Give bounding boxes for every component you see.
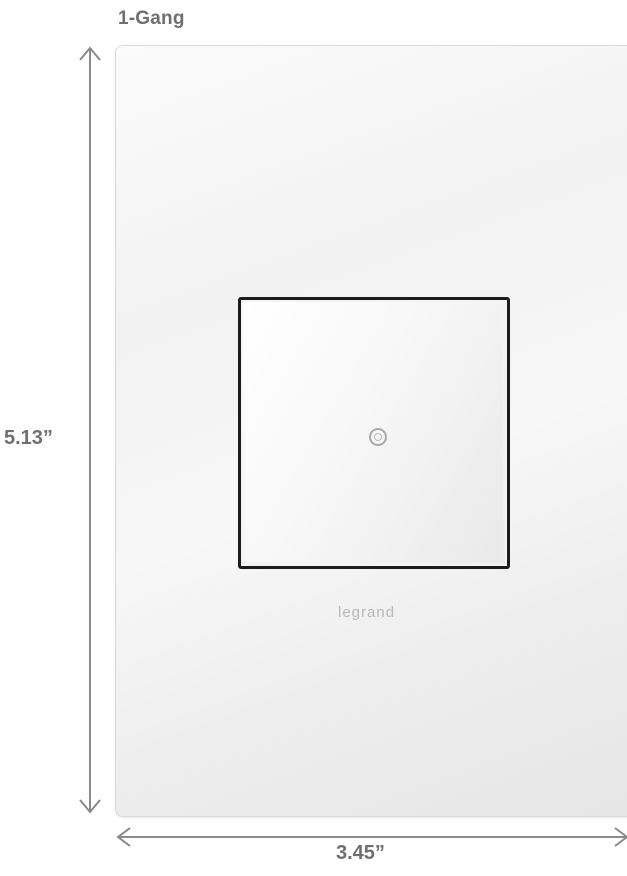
- brand-logo: legrand: [338, 604, 396, 621]
- touch-switch[interactable]: [238, 297, 510, 569]
- height-dimension-arrow: [79, 46, 101, 814]
- switch-paddle[interactable]: [245, 304, 503, 562]
- height-dimension-label: 5.13”: [4, 427, 53, 449]
- width-dimension-label: 3.45”: [336, 842, 385, 864]
- indicator-ring-icon: [369, 428, 387, 446]
